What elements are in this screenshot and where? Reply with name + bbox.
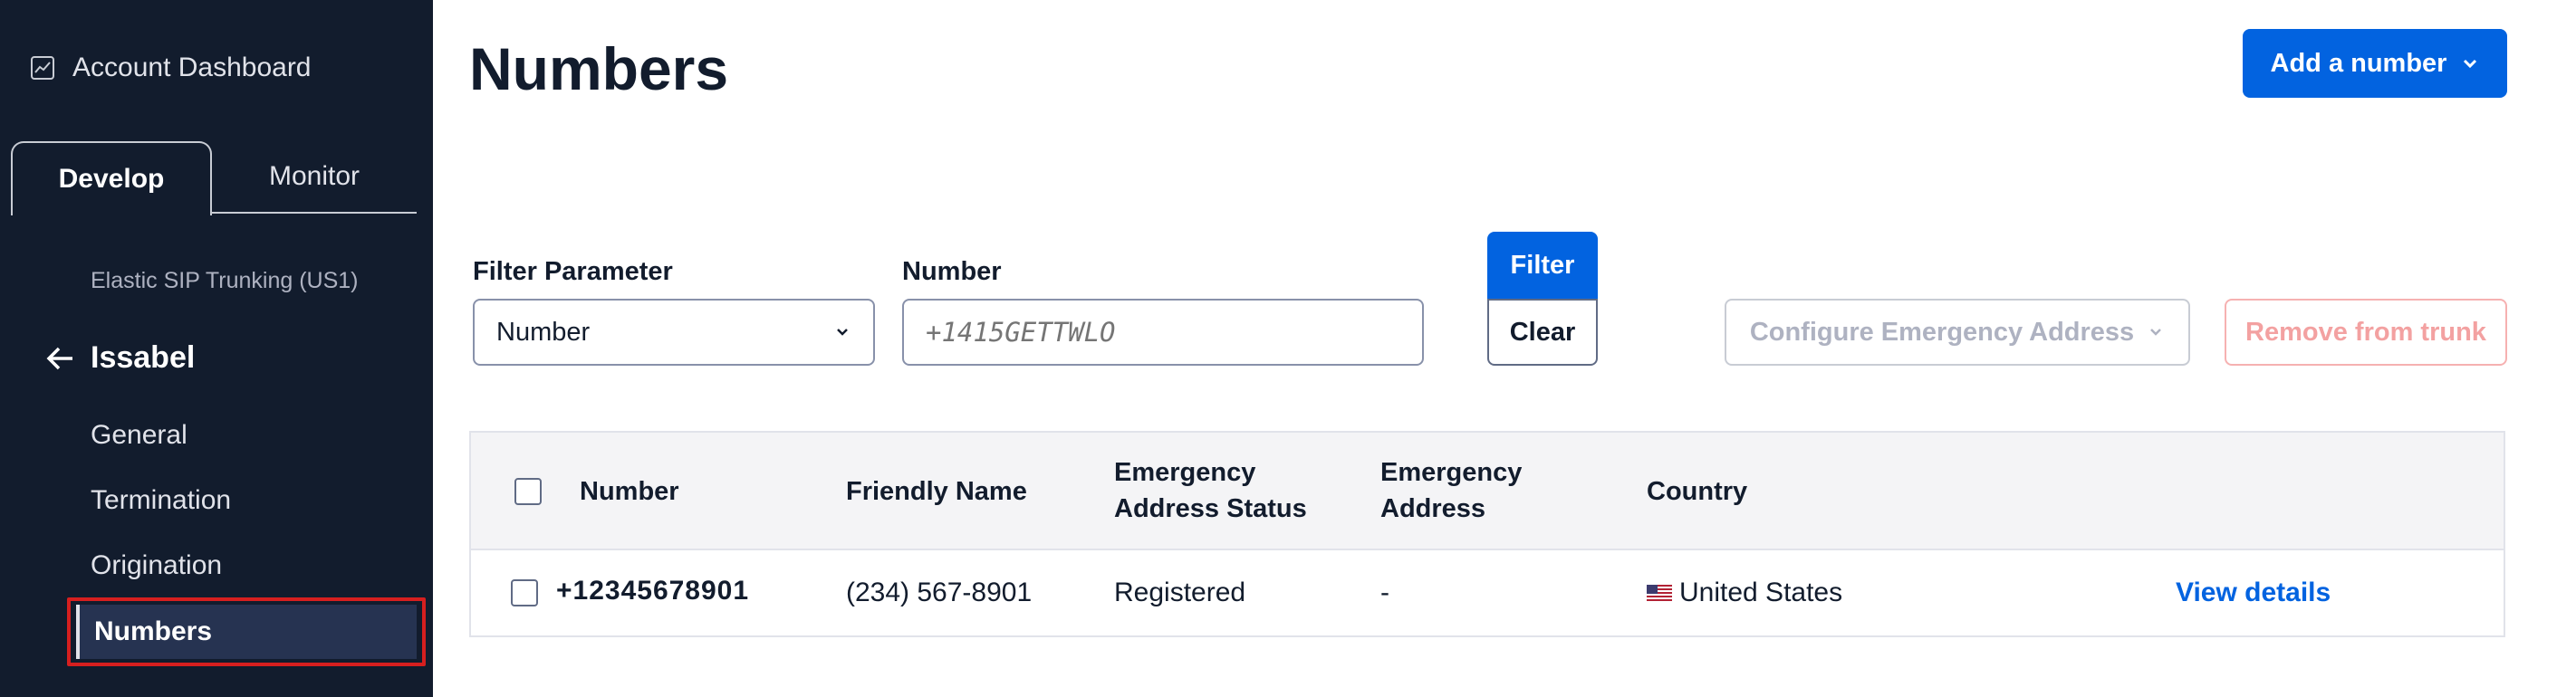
chart-icon bbox=[31, 56, 54, 80]
column-header-eas-line1: Emergency bbox=[1114, 458, 1256, 487]
column-header-ea-line1: Emergency bbox=[1380, 458, 1523, 487]
sidebar: Account Dashboard Develop Monitor Elasti… bbox=[0, 0, 433, 697]
row-checkbox[interactable] bbox=[511, 579, 538, 606]
page-title: Numbers bbox=[469, 35, 729, 102]
back-link[interactable]: Issabel bbox=[43, 340, 195, 376]
service-label: Elastic SIP Trunking (US1) bbox=[91, 268, 359, 293]
configure-emergency-address-button[interactable]: Configure Emergency Address bbox=[1725, 299, 2190, 366]
number-field-label: Number bbox=[902, 257, 1002, 286]
tab-develop[interactable]: Develop bbox=[11, 141, 212, 215]
row-emergency-address: - bbox=[1380, 578, 1389, 607]
add-number-button[interactable]: Add a number bbox=[2243, 29, 2507, 98]
filter-button[interactable]: Filter bbox=[1487, 232, 1598, 299]
sidebar-item-numbers[interactable]: Numbers bbox=[76, 605, 417, 659]
view-details-link[interactable]: View details bbox=[2176, 578, 2331, 608]
row-country: United States bbox=[1647, 578, 1842, 608]
sidebar-item-numbers-highlight: Numbers bbox=[67, 597, 426, 666]
trunk-name: Issabel bbox=[91, 340, 196, 375]
filter-parameter-label: Filter Parameter bbox=[473, 257, 673, 286]
row-country-name: United States bbox=[1679, 578, 1843, 607]
column-header-number: Number bbox=[580, 477, 679, 506]
configure-emergency-address-label: Configure Emergency Address bbox=[1749, 317, 2135, 347]
sidebar-item-origination[interactable]: Origination bbox=[91, 550, 222, 581]
sidebar-tabs: Develop Monitor bbox=[11, 141, 417, 215]
column-header-ea-line2: Address bbox=[1380, 494, 1486, 523]
row-friendly-name: (234) 567-8901 bbox=[846, 578, 1033, 607]
remove-from-trunk-button[interactable]: Remove from trunk bbox=[2225, 299, 2507, 366]
column-header-country: Country bbox=[1647, 477, 1748, 506]
number-input[interactable] bbox=[902, 299, 1424, 366]
add-number-label: Add a number bbox=[2270, 48, 2447, 78]
table-header: Number Friendly Name Emergency Address S… bbox=[471, 433, 2504, 550]
clear-button[interactable]: Clear bbox=[1487, 299, 1598, 366]
filter-parameter-value: Number bbox=[496, 317, 591, 347]
column-header-friendly-name: Friendly Name bbox=[846, 477, 1027, 506]
column-header-eas-line2: Address Status bbox=[1114, 494, 1307, 523]
row-number: +12345678901 bbox=[556, 576, 750, 606]
numbers-table: Number Friendly Name Emergency Address S… bbox=[469, 431, 2505, 637]
column-header-emergency-address-status: Emergency Address Status bbox=[1114, 454, 1307, 527]
chevron-down-icon bbox=[837, 329, 848, 336]
tab-monitor[interactable]: Monitor bbox=[212, 141, 417, 212]
arrow-left-icon bbox=[46, 347, 72, 369]
row-emergency-status: Registered bbox=[1114, 578, 1246, 607]
select-all-checkbox[interactable] bbox=[514, 478, 542, 505]
filter-parameter-select[interactable]: Number bbox=[473, 299, 875, 366]
column-header-emergency-address: Emergency Address bbox=[1380, 454, 1522, 527]
sidebar-item-termination[interactable]: Termination bbox=[91, 485, 231, 516]
account-dashboard-link[interactable]: Account Dashboard bbox=[29, 53, 312, 83]
us-flag-icon bbox=[1647, 585, 1672, 604]
account-dashboard-label: Account Dashboard bbox=[72, 53, 312, 82]
chevron-down-icon bbox=[2464, 59, 2477, 69]
sidebar-item-general[interactable]: General bbox=[91, 420, 187, 451]
chevron-down-icon bbox=[2150, 329, 2162, 336]
